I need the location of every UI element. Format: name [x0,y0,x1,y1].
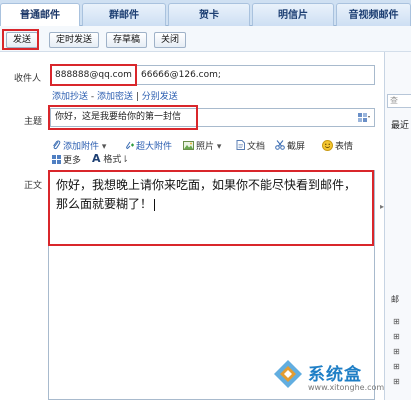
document-label: 文档 [247,142,266,152]
link-separator: - [88,92,97,102]
highlight-body [48,170,374,246]
contact-search-input[interactable]: 查 [387,94,411,108]
emoji-button[interactable]: 表情 [322,139,353,154]
photo-button[interactable]: 照片 ▾ [183,139,221,153]
add-cc-link[interactable]: 添加抄送 [52,92,88,102]
contacts-group-header: 邮 [391,295,399,304]
scheduled-send-button[interactable]: 定时发送 [49,32,100,48]
watermark-name: 系统盒 [308,365,362,385]
recent-contacts-header[interactable]: 最近 [391,118,409,131]
recipients-label: 收件人 [14,74,42,84]
tab-normal-mail[interactable]: 普通邮件 [0,3,80,27]
more-label: 更多 [63,156,82,166]
more-button[interactable]: 更多 [52,153,81,167]
photo-icon [183,140,194,153]
tab-label: 明信片 [278,10,308,21]
format-label: 格式 [103,155,122,165]
large-attachment-label: 超大附件 [136,142,173,152]
subject-label: 主题 [24,117,43,127]
tab-group-mail[interactable]: 群邮件 [82,3,166,26]
tab-label: 普通邮件 [20,10,60,21]
tab-postcard[interactable]: 明信片 [252,3,334,26]
screenshot-button[interactable]: 截屏 [275,139,305,153]
add-bcc-link[interactable]: 添加密送 [97,92,133,102]
highlight-send [2,29,39,50]
recipient-chip[interactable]: 66666@126.com; [141,69,221,82]
tab-greeting-card[interactable]: 贺卡 [168,3,250,26]
screenshot-label: 截屏 [287,142,306,152]
tab-bar: 普通邮件 群邮件 贺卡 明信片 音视频邮件 [0,0,411,27]
link-separator: | [133,92,142,102]
tab-label: 贺卡 [199,10,219,21]
photo-label: 照片 [196,142,215,152]
watermark-logo-icon [274,360,302,388]
contact-search-placeholder: 查 [390,96,398,105]
body-label: 正文 [24,181,43,191]
add-attachment-label: 添加附件 [63,142,100,152]
contacts-panel: 查 最近 邮 ⊞ ⊞ ⊞ ⊞ ⊞ [384,52,411,400]
save-draft-button[interactable]: 存草稿 [106,32,148,48]
recipient-links: 添加抄送 - 添加密送 | 分别发送 [52,89,178,102]
paperclip-icon [52,140,61,153]
grid-icon [52,154,61,167]
format-button[interactable]: A 格式⇂ [92,152,129,165]
smiley-icon [322,139,333,154]
watermark: 系统盒 www.xitonghe.com [268,356,411,400]
stationery-icon[interactable] [358,113,370,122]
format-a-icon: A [92,152,101,165]
separate-send-link[interactable]: 分别发送 [142,92,178,102]
highlight-recipient [50,64,137,86]
emoji-label: 表情 [335,142,354,152]
tab-av-mail[interactable]: 音视频邮件 [336,3,411,26]
highlight-subject [48,105,198,130]
add-attachment-button[interactable]: 添加附件 ▾ [52,139,106,153]
document-icon [236,140,245,153]
large-attachment-button[interactable]: 超大附件 [125,139,172,153]
watermark-url: www.xitonghe.com [308,383,385,392]
compose-toolbar: 发送 定时发送 存草稿 关闭 [0,26,411,52]
close-button[interactable]: 关闭 [154,32,187,48]
tab-label: 音视频邮件 [348,10,399,21]
tab-label: 群邮件 [109,10,139,21]
scissors-icon [275,140,285,153]
document-button[interactable]: 文档 [236,139,265,153]
